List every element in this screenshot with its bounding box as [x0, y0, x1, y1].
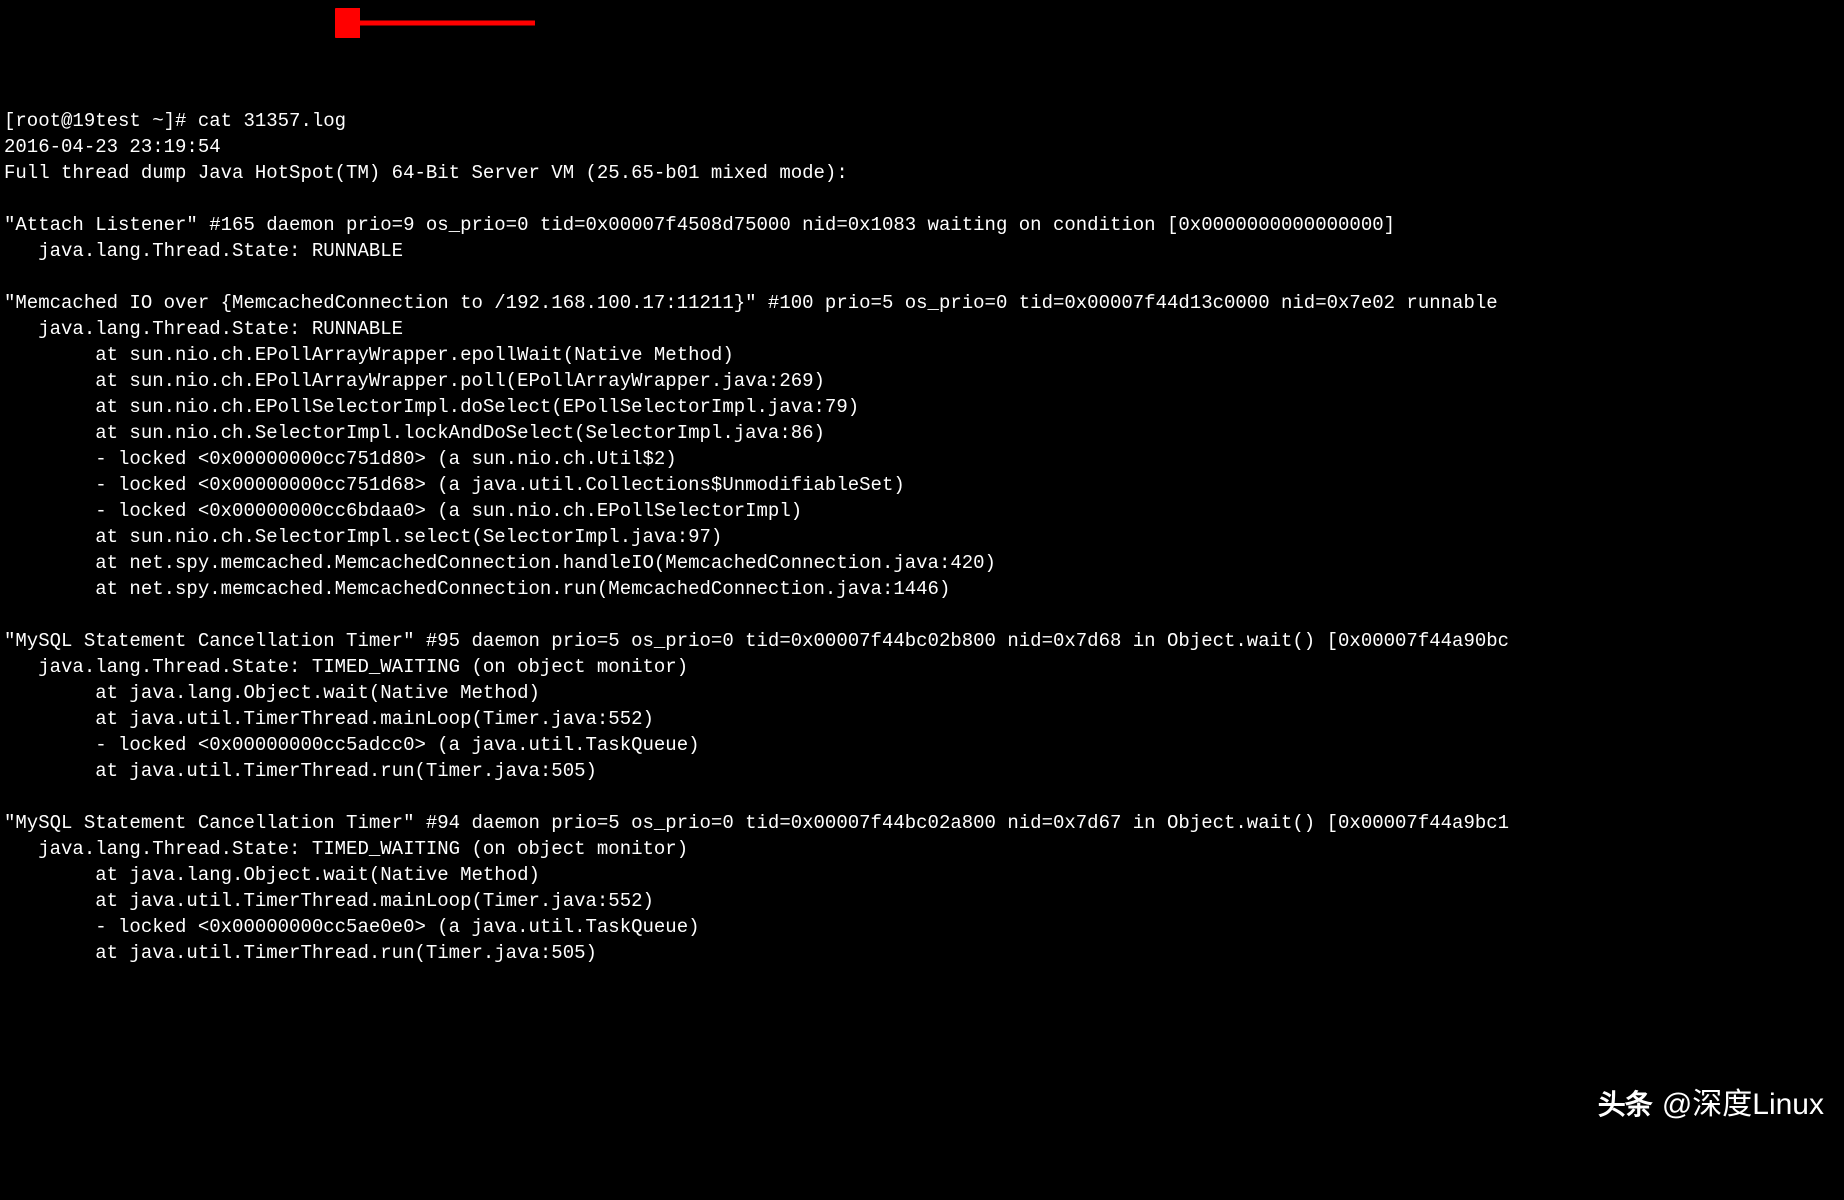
- output-line: - locked <0x00000000cc5ae0e0> (a java.ut…: [4, 916, 700, 938]
- output-line: at java.util.TimerThread.mainLoop(Timer.…: [4, 708, 654, 730]
- output-line: at sun.nio.ch.SelectorImpl.select(Select…: [4, 526, 722, 548]
- annotation-arrow-icon: [335, 8, 545, 38]
- output-line: - locked <0x00000000cc5adcc0> (a java.ut…: [4, 734, 700, 756]
- output-line: "Memcached IO over {MemcachedConnection …: [4, 292, 1498, 314]
- output-line: at java.util.TimerThread.run(Timer.java:…: [4, 760, 597, 782]
- output-line: - locked <0x00000000cc6bdaa0> (a sun.nio…: [4, 500, 802, 522]
- output-line: at java.util.TimerThread.mainLoop(Timer.…: [4, 890, 654, 912]
- output-line: at sun.nio.ch.EPollSelectorImpl.doSelect…: [4, 396, 859, 418]
- output-line: 2016-04-23 23:19:54: [4, 136, 221, 158]
- output-line: at java.lang.Object.wait(Native Method): [4, 864, 540, 886]
- output-line: java.lang.Thread.State: RUNNABLE: [4, 318, 403, 340]
- output-line: at sun.nio.ch.EPollArrayWrapper.poll(EPo…: [4, 370, 825, 392]
- watermark-logo: 头条: [1598, 1092, 1652, 1118]
- output-line: Full thread dump Java HotSpot(TM) 64-Bit…: [4, 162, 848, 184]
- output-line: at java.util.TimerThread.run(Timer.java:…: [4, 942, 597, 964]
- output-line: - locked <0x00000000cc751d68> (a java.ut…: [4, 474, 905, 496]
- output-line: java.lang.Thread.State: TIMED_WAITING (o…: [4, 838, 688, 860]
- output-line: "MySQL Statement Cancellation Timer" #95…: [4, 630, 1509, 652]
- output-line: at java.lang.Object.wait(Native Method): [4, 682, 540, 704]
- output-line: "MySQL Statement Cancellation Timer" #94…: [4, 812, 1509, 834]
- terminal-output[interactable]: [root@19test ~]# cat 31357.log 2016-04-2…: [4, 108, 1840, 966]
- output-line: java.lang.Thread.State: TIMED_WAITING (o…: [4, 656, 688, 678]
- output-line: at net.spy.memcached.MemcachedConnection…: [4, 552, 996, 574]
- watermark-text: @深度Linux: [1662, 1092, 1824, 1118]
- output-line: at sun.nio.ch.SelectorImpl.lockAndDoSele…: [4, 422, 825, 444]
- output-line: - locked <0x00000000cc751d80> (a sun.nio…: [4, 448, 677, 470]
- output-line: "Attach Listener" #165 daemon prio=9 os_…: [4, 214, 1395, 236]
- output-line: at sun.nio.ch.EPollArrayWrapper.epollWai…: [4, 344, 734, 366]
- output-line: at net.spy.memcached.MemcachedConnection…: [4, 578, 950, 600]
- output-line: java.lang.Thread.State: RUNNABLE: [4, 240, 403, 262]
- watermark: 头条 @深度Linux: [1598, 1092, 1824, 1118]
- command-prompt: [root@19test ~]# cat 31357.log: [4, 110, 346, 132]
